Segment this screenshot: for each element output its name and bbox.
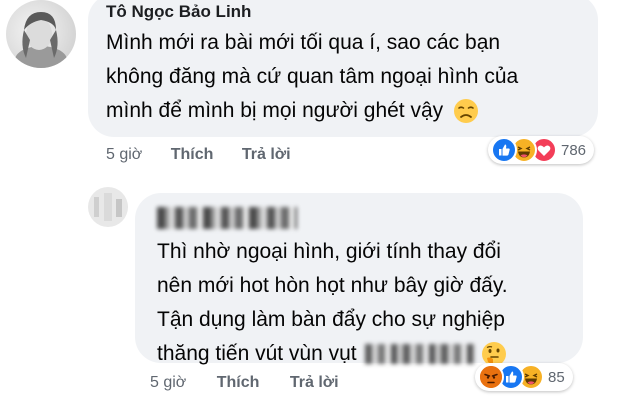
comment-text-segment: mình để mình bị mọi người ghét vậy [106, 99, 444, 122]
sad-face-icon [453, 98, 479, 124]
comment-timestamp[interactable]: 5 giờ [150, 374, 186, 392]
like-button[interactable]: Thích [171, 146, 214, 164]
reaction-count: 85 [548, 368, 565, 386]
reply-button[interactable]: Trả lời [290, 374, 339, 392]
comment-text-line: mình để mình bị mọi người ghét vậy [106, 94, 598, 128]
reaction-summary[interactable]: 85 [475, 363, 573, 391]
like-icon [491, 137, 517, 163]
avatar[interactable] [6, 0, 76, 68]
redacted-text [364, 344, 475, 365]
redacted-author-name [157, 207, 297, 229]
comment-text-line: không đăng mà cứ quan tâm ngoại hình của [106, 65, 519, 88]
comment-text-line: Thì nhờ ngoại hình, giới tính thay đổi [157, 240, 501, 263]
comment-text-line: Tận dụng làm bàn đẩy cho sự nghiệp [157, 308, 505, 331]
comment-actions: 5 giờ Thích Trả lời [106, 146, 291, 164]
reply-button[interactable]: Trả lời [242, 146, 291, 164]
comment-bubble: Thì nhờ ngoại hình, giới tính thay đổi n… [135, 193, 583, 367]
comment-text-line: nên mới hot hòn họt như bây giờ đấy. [157, 274, 508, 297]
reaction-count: 786 [561, 141, 587, 159]
reaction-summary[interactable]: 786 [488, 136, 595, 164]
comment-author[interactable]: Tô Ngọc Bảo Linh [106, 2, 598, 22]
comment-actions: 5 giờ Thích Trả lời [150, 374, 339, 392]
avatar[interactable] [88, 187, 128, 227]
comment-bubble: Tô Ngọc Bảo Linh Mình mới ra bài mới tối… [88, 0, 598, 137]
comment-thread: Tô Ngọc Bảo Linh Mình mới ra bài mới tối… [0, 0, 620, 411]
comment-text-segment: thăng tiến vút vùn vụt [157, 342, 357, 365]
comment-text-line: Mình mới ra bài mới tối qua í, sao các b… [106, 31, 501, 54]
comment-timestamp[interactable]: 5 giờ [106, 146, 142, 164]
angry-icon [478, 364, 504, 390]
like-button[interactable]: Thích [217, 374, 260, 392]
